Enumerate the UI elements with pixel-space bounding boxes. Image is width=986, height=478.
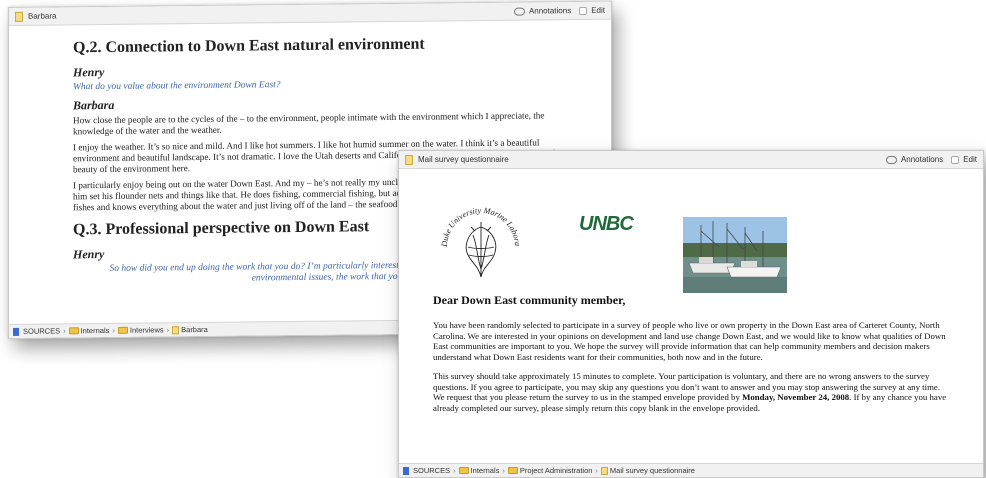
breadcrumb-separator: ›: [112, 325, 115, 335]
breadcrumb-separator: ›: [63, 326, 66, 336]
edit-label: Edit: [963, 155, 977, 164]
section-heading-q2: Q.2. Connection to Down East natural env…: [73, 35, 425, 57]
letter-paragraph: This survey should take approximately 15…: [433, 371, 953, 413]
annotations-button[interactable]: Annotations: [885, 155, 944, 164]
annotations-label: Annotations: [528, 6, 572, 16]
letter-paragraph: You have been randomly selected to parti…: [433, 320, 946, 362]
deadline-date: Monday, November 24, 2008: [742, 392, 850, 402]
unbc-logo: UNBC: [579, 213, 634, 235]
sources-icon: [403, 466, 409, 475]
sources-icon: [13, 327, 19, 336]
breadcrumb-item-internals[interactable]: Internals: [471, 466, 500, 475]
response-paragraph: How close the people are to the cycles o…: [73, 110, 545, 137]
speech-bubble-icon: [513, 7, 525, 16]
logo-row: Duke University Marine Laboratory UNBC: [433, 169, 953, 293]
edit-label: Edit: [591, 5, 605, 15]
breadcrumb-separator: ›: [502, 466, 505, 475]
annotations-button[interactable]: Annotations: [513, 6, 572, 16]
letter-greeting: Dear Down East community member,: [433, 293, 626, 307]
folder-icon: [507, 467, 518, 474]
breadcrumb-item-internals[interactable]: Internals: [81, 326, 110, 335]
folder-icon: [458, 467, 469, 474]
edit-checkbox[interactable]: [579, 6, 588, 15]
edit-toggle[interactable]: Edit: [951, 155, 977, 164]
survey-document-window[interactable]: Mail survey questionnaire Annotations Ed…: [398, 150, 984, 478]
window-title: Mail survey questionnaire: [418, 155, 509, 164]
breadcrumb: SOURCES › Internals › Project Administra…: [399, 463, 983, 477]
document-icon: [172, 325, 180, 334]
speech-bubble-icon: [885, 155, 897, 164]
breadcrumb-item-mail-survey[interactable]: Mail survey questionnaire: [610, 466, 695, 475]
breadcrumb-item-sources[interactable]: SOURCES: [413, 466, 450, 475]
harbor-boats-photo: [683, 217, 787, 293]
edit-checkbox[interactable]: [951, 155, 960, 164]
document-icon: [405, 154, 413, 165]
survey-titlebar: Mail survey questionnaire Annotations Ed…: [399, 151, 983, 169]
annotations-label: Annotations: [900, 155, 944, 164]
breadcrumb-item-sources[interactable]: SOURCES: [23, 326, 60, 335]
breadcrumb-item-interviews[interactable]: Interviews: [130, 325, 164, 334]
breadcrumb-separator: ›: [166, 325, 170, 335]
folder-icon: [117, 326, 128, 334]
survey-document-content: Duke University Marine Laboratory UNBC: [399, 169, 983, 463]
breadcrumb-separator: ›: [595, 466, 598, 475]
breadcrumb-separator: ›: [453, 466, 456, 475]
breadcrumb-item-project-administration[interactable]: Project Administration: [520, 466, 593, 475]
document-icon: [15, 11, 23, 22]
duke-marine-lab-logo: Duke University Marine Laboratory: [435, 197, 522, 278]
window-title: Barbara: [28, 11, 57, 21]
edit-toggle[interactable]: Edit: [579, 6, 605, 15]
document-icon: [600, 466, 608, 475]
breadcrumb-item-barbara[interactable]: Barbara: [181, 325, 208, 334]
folder-icon: [68, 327, 79, 335]
